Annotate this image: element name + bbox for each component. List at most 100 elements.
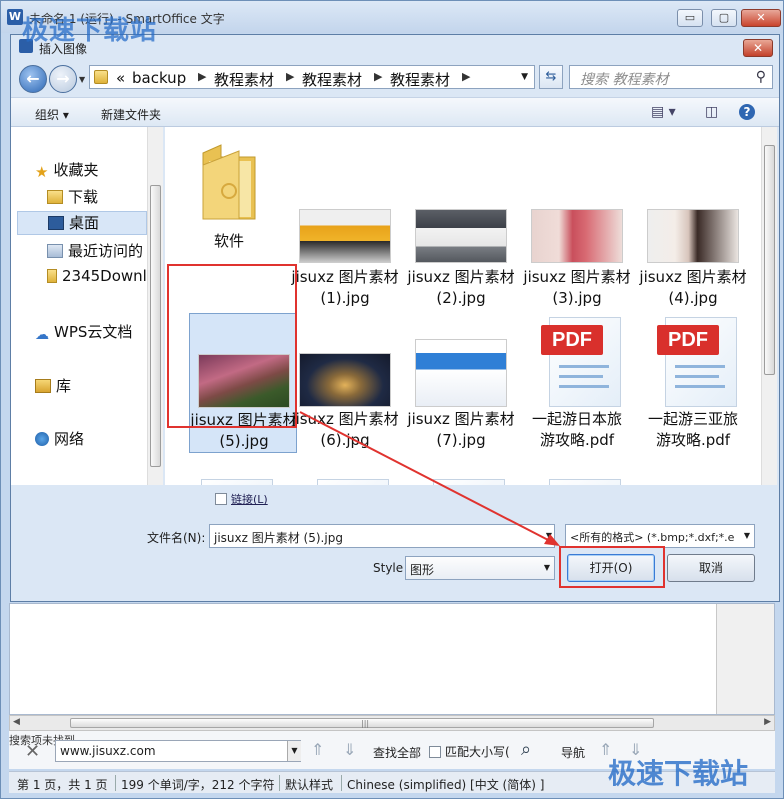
link-checkbox[interactable]: 链接(L) <box>215 491 268 507</box>
arrow-left-icon: ← <box>26 69 40 88</box>
breadcrumb-chevron-icon[interactable]: ▶ <box>198 70 206 83</box>
file-list-scrollbar[interactable] <box>761 127 777 485</box>
nav-pane-scrollbar[interactable] <box>147 127 163 485</box>
status-style: 默认样式 <box>285 778 334 792</box>
match-case-checkbox[interactable]: 匹配大小写( <box>429 743 510 760</box>
file-list-scroll-thumb[interactable] <box>764 145 775 375</box>
navigate-button[interactable]: 导航 <box>561 744 585 761</box>
style-select[interactable]: 图形 ▼ <box>405 556 555 580</box>
folder-search-input[interactable]: 搜索 教程素材 ⚲ <box>569 65 773 89</box>
help-icon[interactable]: ? <box>739 104 755 120</box>
dialog-close-button[interactable]: ✕ <box>743 39 773 57</box>
file-name: jisuxz 图片素材 (3).jpg <box>523 268 631 307</box>
file-tile[interactable]: jisuxz 图片素材 (7).jpg <box>407 313 515 453</box>
pdf-file-icon: PDF <box>541 479 621 485</box>
match-case-label: 匹配大小写( <box>445 745 510 759</box>
find-next-icon[interactable]: ⇓ <box>343 740 356 759</box>
file-tile[interactable]: PDF <box>407 477 515 485</box>
breadcrumb-item[interactable]: 教程素材 <box>214 69 274 90</box>
maximize-button[interactable]: ▢ <box>711 9 737 27</box>
find-input[interactable]: www.jisuxz.com <box>55 740 301 762</box>
file-tile[interactable]: jisuxz 图片素材 (6).jpg <box>291 313 399 453</box>
find-previous-icon[interactable]: ⇑ <box>311 740 324 759</box>
file-tile[interactable]: PDF 一起游日本旅游攻略.pdf <box>523 313 631 473</box>
file-tile[interactable]: jisuxz 图片素材 (3).jpg <box>523 133 631 307</box>
nav-desktop[interactable]: 桌面 <box>17 211 147 235</box>
nav-wps-cloud[interactable]: ☁ WPS云文档 <box>35 321 133 343</box>
status-language: Chinese (simplified) [中文 (简体) ] <box>347 778 545 792</box>
file-tile[interactable]: jisuxz 图片素材 (1).jpg <box>291 133 399 307</box>
pdf-tag: PDF <box>657 325 719 355</box>
new-folder-button[interactable]: 新建文件夹 <box>101 106 161 123</box>
style-dropdown-icon[interactable]: ▼ <box>544 563 550 572</box>
breadcrumb-chevron-icon[interactable]: ▶ <box>374 70 382 83</box>
image-thumbnail <box>299 209 391 263</box>
breadcrumb-item[interactable]: backup <box>132 69 186 87</box>
file-tile[interactable]: 软件 <box>175 133 283 253</box>
breadcrumb-item[interactable]: 教程素材 <box>390 69 450 90</box>
pdf-line <box>559 375 603 378</box>
search-icon[interactable]: ⚲ <box>756 69 766 85</box>
scroll-right-icon[interactable]: ▶ <box>764 717 771 727</box>
file-tile[interactable]: jisuxz 图片素材 (2).jpg <box>407 133 515 307</box>
file-tile[interactable]: jisuxz 图片素材 (4).jpg <box>639 133 747 307</box>
breadcrumb-chevron-icon[interactable]: ▶ <box>462 70 470 83</box>
find-close-icon[interactable]: ✕ <box>25 741 40 762</box>
checkbox-icon[interactable] <box>429 746 441 758</box>
scroll-left-icon[interactable]: ◀ <box>13 717 20 727</box>
breadcrumb-chevron-icon[interactable]: ▶ <box>286 70 294 83</box>
preview-pane-icon[interactable]: ◫ <box>705 104 718 120</box>
filter-dropdown-icon[interactable]: ▼ <box>740 531 750 540</box>
watermark-top: 极速下载站 <box>22 16 158 46</box>
nav-downloads[interactable]: 下载 <box>47 186 98 207</box>
insert-image-dialog: 插入图像 ✕ ← → ▼ « backup ▶ 教程素材 ▶ 教程素材 ▶ 教程… <box>10 34 780 602</box>
nav-favorites[interactable]: ★ 收藏夹 <box>35 159 98 181</box>
nav-pane-scroll-thumb[interactable] <box>150 185 161 467</box>
filename-label: 文件名(N): <box>147 531 206 545</box>
app-close-button[interactable]: ✕ <box>741 9 781 27</box>
network-icon <box>35 432 49 446</box>
forward-button[interactable]: → <box>49 65 77 93</box>
organize-button[interactable]: 组织 ▾ <box>35 106 69 123</box>
back-button[interactable]: ← <box>19 65 47 93</box>
folder-icon <box>47 269 57 283</box>
file-tile[interactable]: PDF <box>175 477 283 485</box>
search-tool-icon[interactable]: ⌕ <box>521 739 531 760</box>
refresh-icon: ⇆ <box>545 69 557 84</box>
file-name: jisuxz 图片素材 (4).jpg <box>639 268 747 307</box>
find-dropdown-icon[interactable]: ▼ <box>287 741 301 761</box>
find-all-button[interactable]: 查找全部 <box>373 744 421 761</box>
filename-input[interactable]: jisuxz 图片素材 (5).jpg ▼ <box>209 524 555 548</box>
desktop-icon <box>48 216 64 230</box>
cancel-button[interactable]: 取消 <box>667 554 755 582</box>
document-vertical-scrollbar[interactable] <box>716 604 774 714</box>
document-canvas[interactable] <box>9 603 775 715</box>
filename-dropdown-icon[interactable]: ▼ <box>546 531 552 540</box>
nav-network[interactable]: 网络 <box>35 428 84 449</box>
breadcrumb-item[interactable]: 教程素材 <box>302 69 362 90</box>
file-tile[interactable]: PDF <box>523 477 631 485</box>
view-options-icon[interactable]: ▤ ▾ <box>651 104 676 120</box>
file-tile[interactable]: PDF <box>291 477 399 485</box>
nav-2345-label: 2345Downl <box>62 267 147 285</box>
horizontal-scrollbar[interactable]: ◀ ||| ▶ <box>9 715 775 731</box>
refresh-button[interactable]: ⇆ <box>539 65 563 89</box>
file-tile[interactable]: PDF 一起游三亚旅游攻略.pdf <box>639 313 747 473</box>
file-type-filter[interactable]: <所有的格式> (*.bmp;*.dxf;*.e ▼ <box>565 524 755 548</box>
pdf-file-icon: PDF <box>657 317 737 407</box>
horizontal-scroll-thumb[interactable]: ||| <box>70 718 654 728</box>
address-dropdown-icon[interactable]: ▼ <box>521 72 528 82</box>
address-bar[interactable]: « backup ▶ 教程素材 ▶ 教程素材 ▶ 教程素材 ▶ ▼ <box>89 65 535 89</box>
nav-library[interactable]: 库 <box>35 375 71 396</box>
nav-wps-cloud-label: WPS云文档 <box>54 323 133 341</box>
breadcrumb-overflow[interactable]: « <box>116 69 125 87</box>
recent-places-icon <box>47 244 63 258</box>
nav-library-label: 库 <box>56 377 72 395</box>
recent-locations-chevron-icon[interactable]: ▼ <box>79 75 85 84</box>
nav-2345-folder[interactable]: 2345Downl <box>47 267 147 285</box>
filename-value: jisuxz 图片素材 (5).jpg <box>214 531 343 545</box>
minimize-button[interactable]: ▭ <box>677 9 703 27</box>
checkbox-icon[interactable] <box>215 493 227 505</box>
nav-recent[interactable]: 最近访问的 <box>47 240 143 261</box>
library-icon <box>35 379 51 393</box>
